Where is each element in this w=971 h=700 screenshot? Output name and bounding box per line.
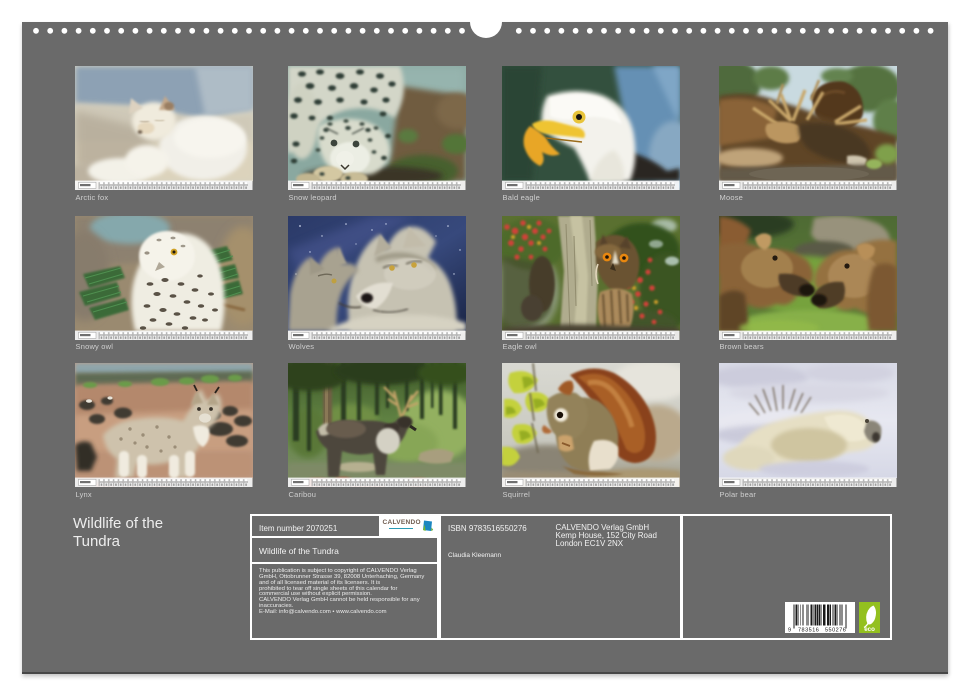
- svg-text:783516: 783516: [798, 627, 819, 633]
- svg-text:9: 9: [788, 627, 791, 633]
- svg-text:550276: 550276: [825, 627, 846, 633]
- svg-text:eco: eco: [864, 626, 875, 633]
